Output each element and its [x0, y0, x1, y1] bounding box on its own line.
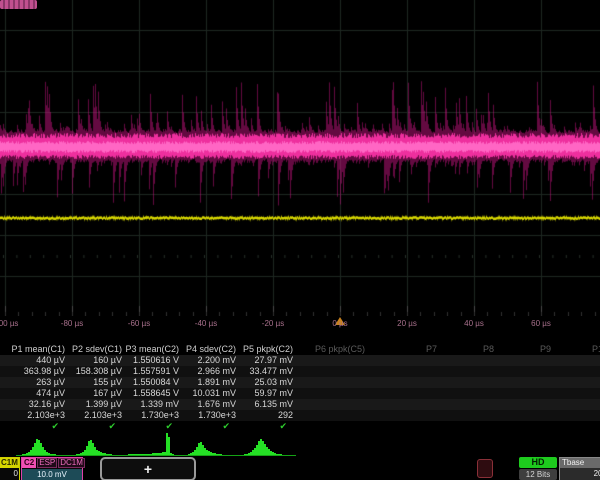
parameter-header-disabled[interactable]: P6 pkpk(C5) [295, 344, 365, 355]
axis-tick-label: -40 µs [195, 319, 217, 328]
timebase-descriptor[interactable]: Tbase 20.0 µ [559, 457, 600, 480]
status-check-icon: ✔ [217, 421, 287, 432]
c2-channel-chip: C2 [22, 458, 36, 468]
axis-tick-label: -100 µs [0, 319, 18, 328]
c1-scale-value: 0 mV [0, 468, 19, 480]
table-row: 363.98 µV158.308 µV1.557591 V2.966 mV33.… [0, 366, 600, 377]
axis-tick-label: 60 µs [531, 319, 551, 328]
histicon-p3 [128, 432, 184, 456]
measurement-value: 27.97 mV [223, 355, 293, 366]
parameter-header-p5[interactable]: P5 pkpk(C2) [223, 344, 293, 355]
add-trace-button[interactable]: + [100, 457, 196, 480]
measurement-value: 292 [223, 410, 293, 421]
measurement-value: 33.477 mV [223, 366, 293, 377]
hd-mode-badge[interactable]: HD [519, 457, 557, 468]
axis-tick-label: -60 µs [128, 319, 150, 328]
measurement-value: 6.135 mV [223, 399, 293, 410]
c2-coupling-tag: DC1M [58, 458, 85, 468]
table-row: 440 µV160 µV1.550616 V2.200 mV27.97 mV [0, 355, 600, 366]
plus-icon: + [144, 461, 152, 477]
table-row: 474 µV167 µV1.558645 V10.031 mV59.97 mV [0, 388, 600, 399]
oscilloscope-screen: -100 µs -80 µs -60 µs -40 µs -20 µs 0 µs 20 µs… [0, 0, 600, 480]
parameter-header-disabled[interactable]: P10 [538, 344, 600, 355]
c2-esp-tag: ESP [37, 458, 57, 468]
table-row: ✔✔✔✔✔ [0, 421, 600, 432]
c1-coupling-chip: C1M [0, 458, 19, 468]
histicon-p1 [16, 432, 72, 456]
measurement-value: 25.03 mV [223, 377, 293, 388]
timebase-label: Tbase [560, 458, 600, 468]
axis-tick-label: 40 µs [464, 319, 484, 328]
table-row: 263 µV155 µV1.550084 V1.891 mV25.03 mV [0, 377, 600, 388]
cropped-menu-button[interactable] [0, 0, 37, 9]
axis-tick-label: 0 µs [332, 319, 347, 328]
table-row: 32.16 µV1.399 µV1.339 mV1.676 mV6.135 mV [0, 399, 600, 410]
waveform-plot-area[interactable] [0, 0, 600, 316]
axis-tick-label: -20 µs [262, 319, 284, 328]
timebase-value: 20.0 µ [560, 468, 600, 479]
histicon-p5 [240, 432, 296, 456]
histicon-p2 [72, 432, 128, 456]
axis-tick-label: -80 µs [61, 319, 83, 328]
table-row: 2.103e+32.103e+31.730e+31.730e+3292 [0, 410, 600, 421]
histicon-p4 [184, 432, 240, 456]
c2-scale-value: 10.0 mV [22, 469, 82, 480]
channel-c2-descriptor[interactable]: C2 ESP DC1M 10.0 mV [21, 457, 83, 480]
channel-c1-descriptor[interactable]: C1M 0 mV [0, 457, 20, 480]
measurement-value: 59.97 mV [223, 388, 293, 399]
cropped-descriptor-box[interactable] [477, 459, 493, 478]
table-row: P1 mean(C1)P2 sdev(C1)P3 mean(C2)P4 sdev… [0, 344, 600, 355]
axis-tick-label: 20 µs [397, 319, 417, 328]
bit-resolution-badge: 12 Bits [519, 469, 557, 480]
